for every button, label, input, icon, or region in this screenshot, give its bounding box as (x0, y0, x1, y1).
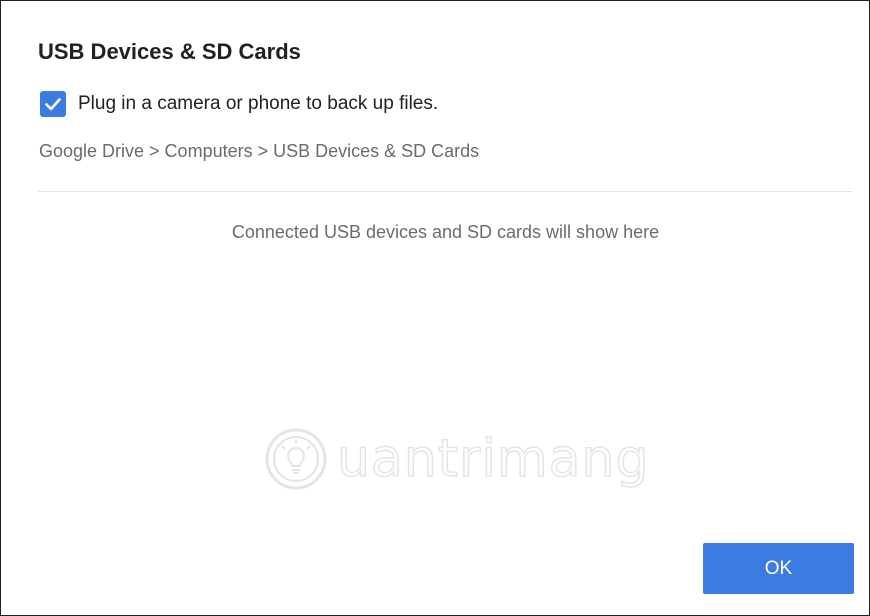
ok-button[interactable]: OK (703, 543, 854, 594)
watermark: uantrimang (263, 426, 649, 492)
backup-checkbox[interactable] (40, 91, 66, 117)
dialog-title: USB Devices & SD Cards (38, 39, 301, 64)
empty-state-message: Connected USB devices and SD cards will … (231, 222, 660, 242)
breadcrumb: Google Drive > Computers > USB Devices &… (39, 141, 480, 161)
divider (38, 191, 853, 192)
checkmark-icon (45, 98, 61, 111)
backup-checkbox-label[interactable]: Plug in a camera or phone to back up fil… (78, 93, 438, 115)
watermark-text: uantrimang (336, 428, 650, 490)
usb-devices-dialog: USB Devices & SD Cards Plug in a camera … (0, 0, 870, 616)
lightbulb-icon (265, 428, 327, 490)
backup-option-row[interactable]: Plug in a camera or phone to back up fil… (40, 91, 438, 117)
